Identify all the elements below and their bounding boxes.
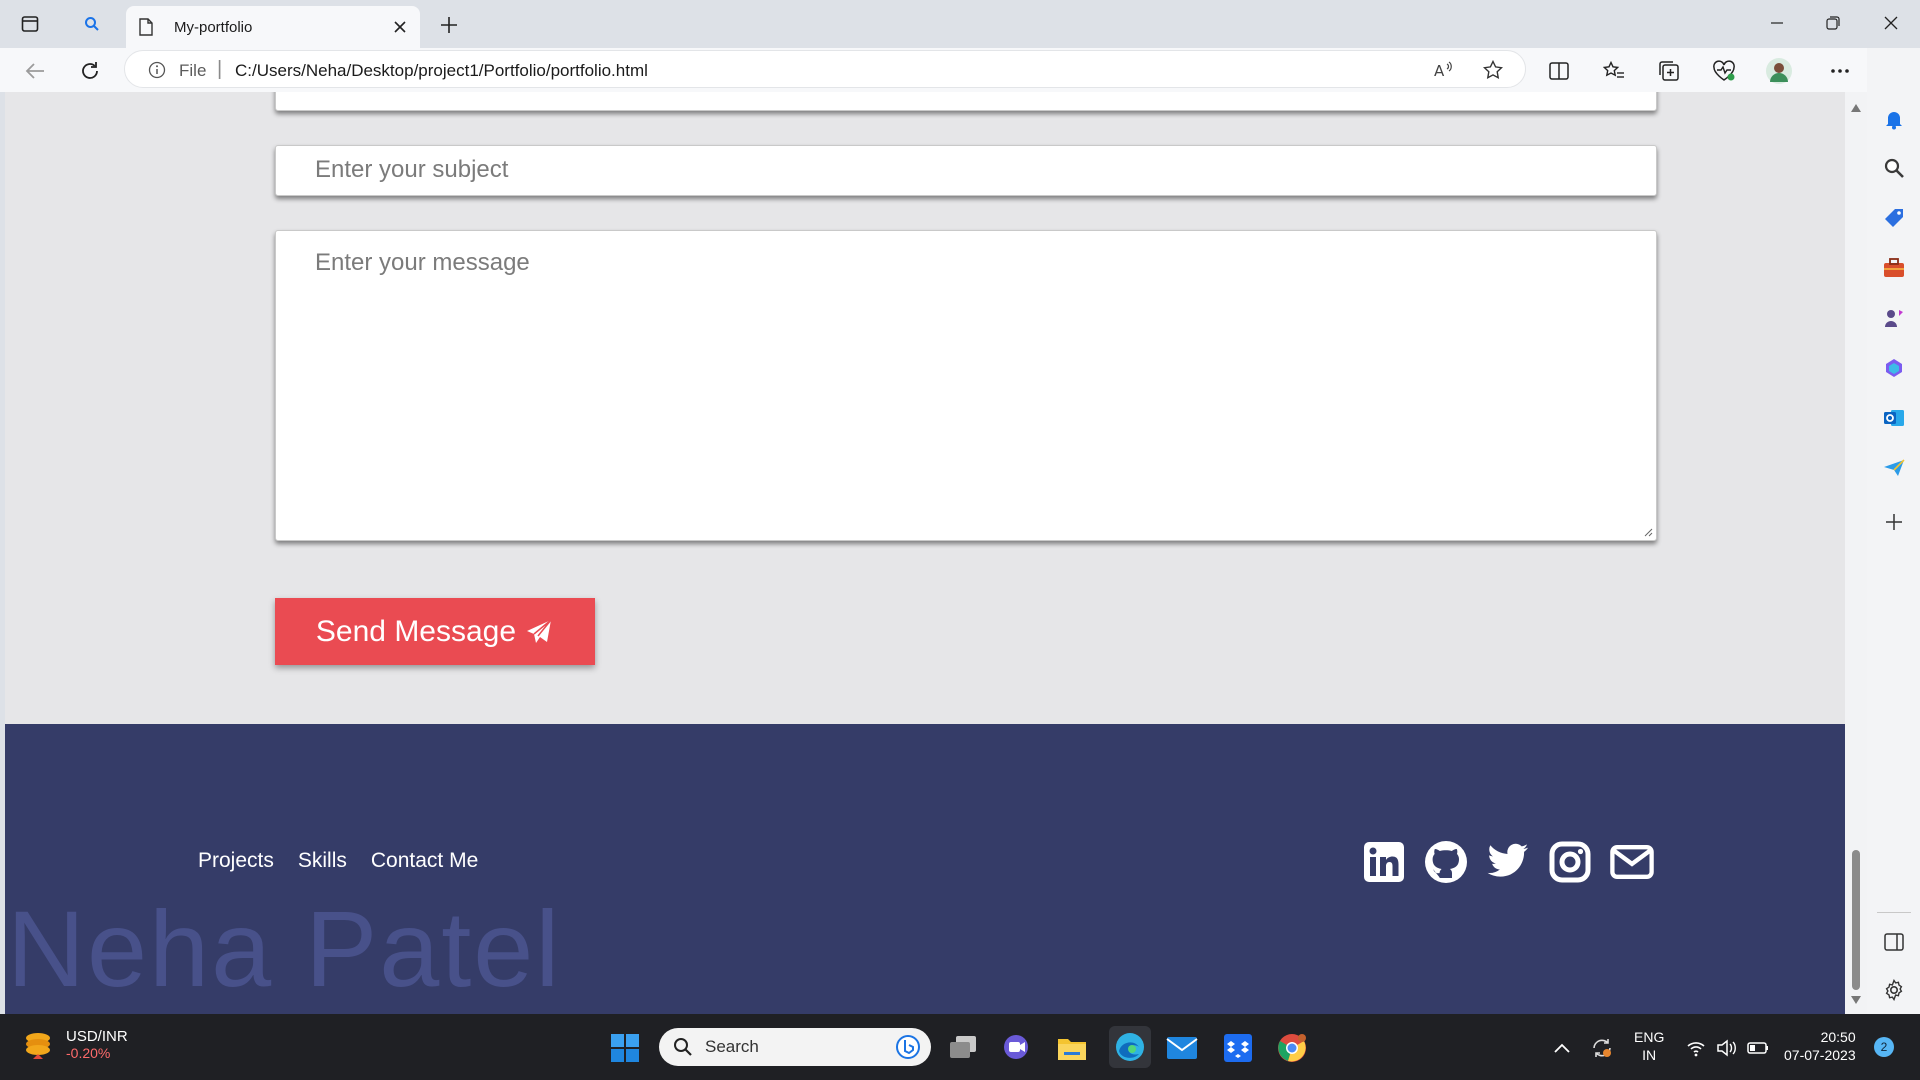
language-indicator[interactable]: ENG IN — [1634, 1028, 1664, 1064]
notifications-bell-icon[interactable] — [1880, 105, 1908, 133]
hide-sidebar-icon[interactable] — [1880, 928, 1908, 956]
outlook-icon[interactable] — [1880, 404, 1908, 432]
page-viewport: Enter your subject Enter your message Se… — [5, 92, 1845, 1014]
clock[interactable]: 20:50 07-07-2023 — [1784, 1028, 1856, 1064]
footer-nav: Projects Skills Contact Me — [198, 849, 478, 873]
email-field[interactable] — [275, 92, 1657, 111]
sidebar-search-icon[interactable] — [1880, 154, 1908, 182]
scroll-up-icon[interactable] — [1851, 104, 1861, 112]
windows-taskbar: USD/INR -0.20% Search ENG IN 20:50 07-07… — [0, 1014, 1920, 1080]
close-tab-icon[interactable] — [390, 17, 410, 37]
footer-link-contact[interactable]: Contact Me — [371, 849, 478, 873]
tab-strip: My-portfolio — [0, 0, 1920, 48]
edge-sidebar — [1867, 48, 1920, 1014]
browser-essentials-icon[interactable] — [1709, 56, 1739, 86]
bing-search-icon — [896, 1035, 920, 1059]
taskbar-search-icon — [674, 1038, 692, 1056]
windows-start-icon[interactable] — [607, 1030, 643, 1066]
microsoft-365-icon[interactable] — [1880, 354, 1908, 382]
instagram-icon[interactable] — [1548, 840, 1592, 884]
address-bar[interactable]: File | C:/Users/Neha/Desktop/project1/Po… — [124, 50, 1526, 88]
task-view-icon[interactable] — [945, 1030, 981, 1066]
file-explorer-icon[interactable] — [1054, 1030, 1090, 1066]
edge-browser-icon[interactable] — [1109, 1026, 1151, 1068]
page-scrollbar[interactable] — [1845, 92, 1867, 1014]
footer-link-projects[interactable]: Projects — [198, 849, 274, 873]
add-sidebar-app-icon[interactable] — [1880, 508, 1908, 536]
svg-text:A: A — [1434, 62, 1445, 79]
send-message-label: Send Message — [315, 614, 517, 648]
footer-brand-name: Neha Patel — [7, 888, 562, 1009]
clock-date: 07-07-2023 — [1784, 1047, 1856, 1063]
sync-status-icon[interactable] — [1584, 1030, 1620, 1066]
back-arrow-icon[interactable] — [20, 56, 50, 86]
mail-icon[interactable] — [1610, 840, 1654, 884]
sidebar-divider — [1877, 912, 1911, 913]
currency-coins-icon — [26, 1032, 50, 1059]
active-tab[interactable]: My-portfolio — [126, 6, 420, 48]
shopping-tag-icon[interactable] — [1880, 204, 1908, 232]
address-url[interactable]: C:/Users/Neha/Desktop/project1/Portfolio… — [235, 61, 648, 81]
mail-app-icon[interactable] — [1164, 1030, 1200, 1066]
taskbar-search-box[interactable]: Search — [659, 1028, 931, 1066]
favorite-star-icon[interactable] — [1482, 59, 1504, 81]
refresh-icon[interactable] — [75, 56, 105, 86]
notification-count-badge[interactable]: 2 — [1874, 1037, 1894, 1057]
new-tab-icon[interactable] — [436, 12, 462, 38]
resize-grip-icon[interactable] — [1643, 527, 1653, 537]
region-code: IN — [1642, 1047, 1657, 1063]
tab-search-icon[interactable] — [78, 12, 106, 36]
site-footer: Projects Skills Contact Me Neha Patel — [5, 724, 1845, 1014]
footer-link-skills[interactable]: Skills — [298, 849, 347, 873]
minimize-icon[interactable] — [1754, 8, 1800, 38]
site-info-icon[interactable] — [147, 60, 167, 80]
scroll-thumb[interactable] — [1852, 850, 1860, 990]
tab-title: My-portfolio — [174, 18, 253, 36]
tray-overflow-chevron-icon[interactable] — [1544, 1030, 1580, 1066]
page-file-icon — [136, 17, 156, 37]
address-separator: | — [217, 58, 223, 80]
address-scheme: File — [179, 61, 207, 80]
send-message-button[interactable]: Send Message — [275, 598, 595, 665]
collections-icon[interactable] — [1654, 56, 1684, 86]
message-placeholder: Enter your message — [315, 249, 530, 276]
chrome-icon[interactable] — [1274, 1030, 1310, 1066]
close-window-icon[interactable] — [1868, 8, 1914, 38]
restore-icon[interactable] — [1810, 8, 1856, 38]
twitter-icon[interactable] — [1486, 840, 1530, 884]
subject-field[interactable]: Enter your subject — [275, 145, 1657, 196]
more-options-icon[interactable] — [1825, 56, 1855, 86]
sidebar-settings-icon[interactable] — [1880, 976, 1908, 1004]
language-code: ENG — [1634, 1029, 1665, 1045]
split-screen-icon[interactable] — [1544, 56, 1574, 86]
github-icon[interactable] — [1424, 840, 1468, 884]
system-tray-status[interactable] — [1680, 1030, 1780, 1066]
tools-briefcase-icon[interactable] — [1880, 254, 1908, 282]
send-drop-icon[interactable] — [1880, 454, 1908, 482]
dropbox-icon[interactable] — [1220, 1030, 1256, 1066]
browser-toolbar: File | C:/Users/Neha/Desktop/project1/Po… — [0, 48, 1920, 92]
games-icon[interactable] — [1880, 304, 1908, 332]
read-aloud-icon[interactable]: A — [1433, 59, 1455, 81]
subject-placeholder: Enter your subject — [315, 156, 509, 183]
taskbar-search-placeholder: Search — [705, 1037, 759, 1056]
currency-widget[interactable]: USD/INR -0.20% — [22, 1028, 128, 1061]
profile-avatar[interactable] — [1764, 56, 1794, 86]
teams-chat-icon[interactable] — [999, 1030, 1035, 1066]
paper-plane-icon — [524, 617, 554, 647]
scroll-down-icon[interactable] — [1851, 996, 1861, 1004]
tab-actions-icon[interactable] — [18, 12, 42, 36]
favorites-icon[interactable] — [1599, 56, 1629, 86]
linkedin-icon[interactable] — [1362, 840, 1406, 884]
clock-time: 20:50 — [1820, 1029, 1856, 1045]
ticker-change: -0.20% — [66, 1045, 111, 1061]
ticker-name: USD/INR — [66, 1028, 128, 1045]
social-links — [1362, 840, 1654, 884]
message-field[interactable]: Enter your message — [275, 230, 1657, 541]
